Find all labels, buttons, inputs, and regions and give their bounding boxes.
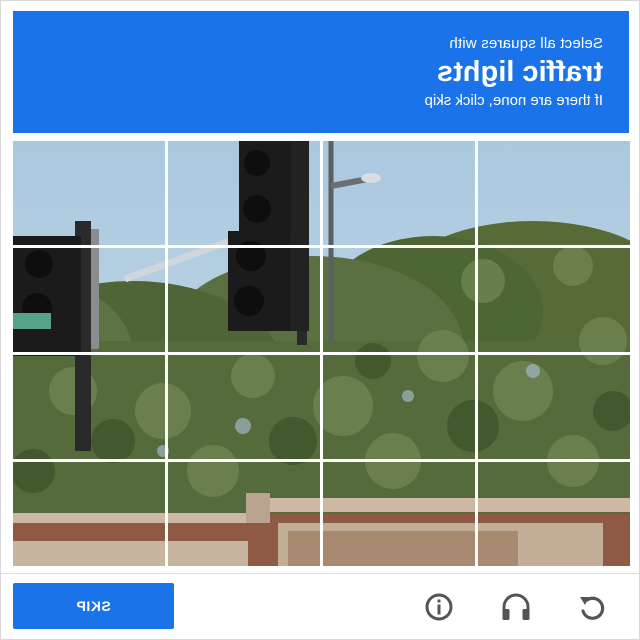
prompt-line: Select all squares with xyxy=(449,35,603,52)
grid-tile-12[interactable] xyxy=(478,355,630,459)
tile-image xyxy=(13,248,165,352)
grid-tile-11[interactable] xyxy=(323,355,475,459)
captcha-challenge: Select all squares with traffic lights I… xyxy=(0,0,640,640)
prompt-instruction: If there are none, click skip xyxy=(424,92,603,109)
tile-image xyxy=(478,248,630,352)
skip-button[interactable]: SKIP xyxy=(13,583,174,629)
tile-image xyxy=(13,141,165,245)
tile-image xyxy=(168,248,320,352)
grid-tile-16[interactable] xyxy=(478,462,630,566)
grid-tile-10[interactable] xyxy=(168,355,320,459)
tile-image xyxy=(323,355,475,459)
tile-image xyxy=(323,248,475,352)
tile-image xyxy=(323,462,475,566)
grid-tile-1[interactable] xyxy=(13,141,165,245)
tile-image xyxy=(323,141,475,245)
grid-tile-5[interactable] xyxy=(13,248,165,352)
grid-tile-2[interactable] xyxy=(168,141,320,245)
grid-tile-15[interactable] xyxy=(323,462,475,566)
grid-tile-14[interactable] xyxy=(168,462,320,566)
prompt-target: traffic lights xyxy=(437,56,603,88)
tile-image xyxy=(168,462,320,566)
grid-tile-4[interactable] xyxy=(478,141,630,245)
image-grid xyxy=(13,141,630,566)
tile-image xyxy=(13,355,165,459)
grid-tile-7[interactable] xyxy=(323,248,475,352)
tile-image xyxy=(168,355,320,459)
tile-image xyxy=(478,141,630,245)
info-icon[interactable] xyxy=(421,589,457,625)
grid-tile-9[interactable] xyxy=(13,355,165,459)
reload-icon[interactable] xyxy=(574,589,610,625)
skip-button-label: SKIP xyxy=(76,598,111,614)
tile-image xyxy=(478,355,630,459)
grid-tile-6[interactable] xyxy=(168,248,320,352)
tile-image xyxy=(168,141,320,245)
challenge-header: Select all squares with traffic lights I… xyxy=(13,11,629,133)
tile-image xyxy=(13,462,165,566)
grid-tile-3[interactable] xyxy=(323,141,475,245)
grid-tile-13[interactable] xyxy=(13,462,165,566)
headphones-audio-icon[interactable] xyxy=(498,589,534,625)
grid-tile-8[interactable] xyxy=(478,248,630,352)
tile-image xyxy=(478,462,630,566)
footer-divider xyxy=(1,573,640,574)
